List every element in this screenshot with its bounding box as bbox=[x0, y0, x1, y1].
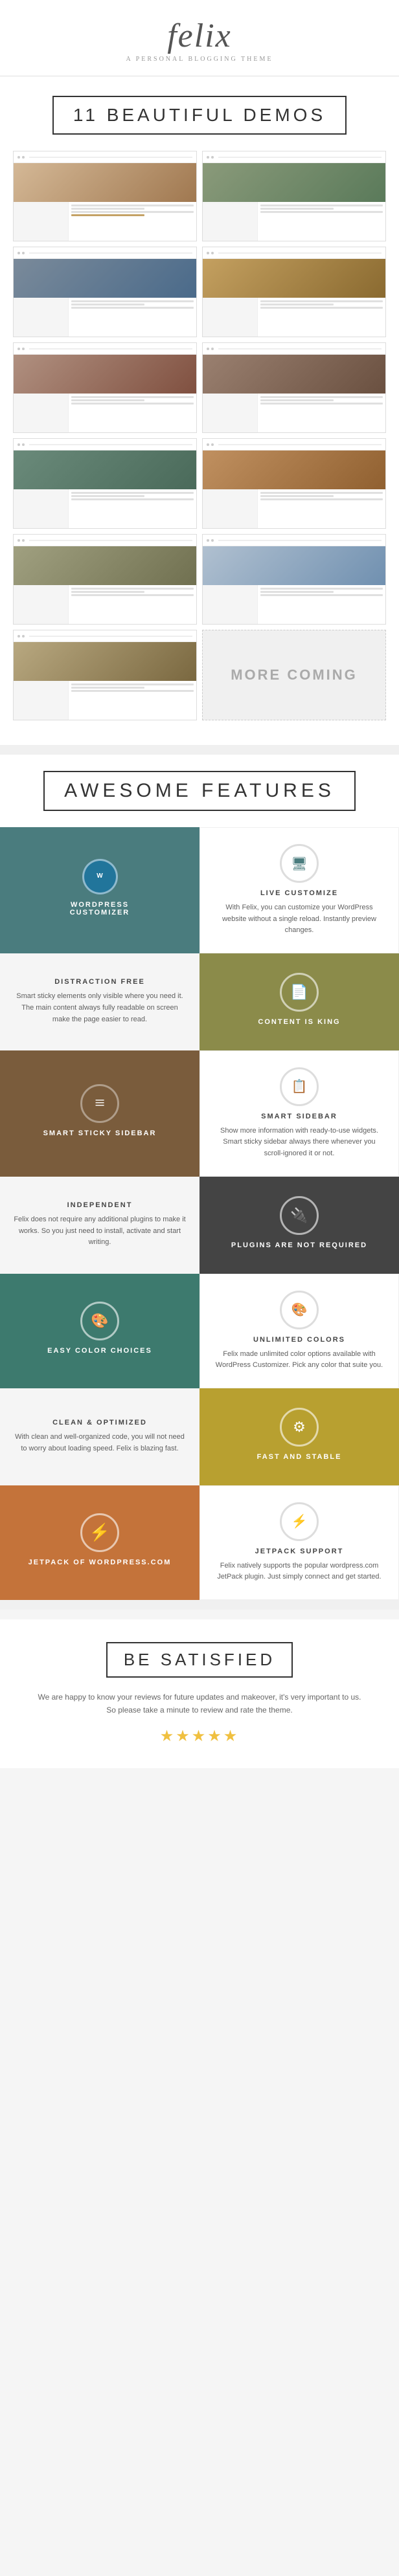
more-coming-placeholder: More Coming bbox=[202, 630, 386, 720]
feature-title-live-customize: Live Customize bbox=[260, 889, 338, 897]
feature-cell-smart-sticky-sidebar: ≡ Smart Sticky Sidebar bbox=[0, 1050, 200, 1177]
demos-section: 11 Beautiful Demos bbox=[0, 76, 399, 745]
demo-thumb-extra[interactable] bbox=[13, 630, 197, 720]
feature-title-unlimited-colors: Unlimited Colors bbox=[253, 1336, 345, 1344]
feature-desc-independent: Felix does not require any additional pl… bbox=[13, 1214, 187, 1249]
demos-grid bbox=[13, 151, 386, 625]
fast-stable-icon: ⚙ bbox=[280, 1408, 319, 1447]
demo-thumb-6[interactable] bbox=[202, 342, 386, 433]
demo-thumb-2[interactable] bbox=[202, 151, 386, 241]
satisfied-title: Be Satisfied bbox=[106, 1642, 293, 1678]
feature-desc-jetpack-support: Felix natively supports the popular word… bbox=[213, 1560, 385, 1583]
wordpress-customizer-icon: W bbox=[82, 859, 118, 894]
feature-title-wordpress-customizer: WordPressCustomizer bbox=[70, 901, 130, 916]
logo-subtitle: A Personal Blogging Theme bbox=[13, 56, 386, 63]
demo-thumb-10[interactable] bbox=[202, 534, 386, 625]
feature-cell-content-is-king: 📄 Content is King bbox=[200, 953, 399, 1050]
feature-title-plugins-not-required: Plugins Are Not Required bbox=[231, 1241, 367, 1249]
feature-cell-wordpress-customizer: W WordPressCustomizer bbox=[0, 827, 200, 953]
feature-title-smart-sticky-sidebar: Smart Sticky Sidebar bbox=[43, 1129, 157, 1137]
feature-title-distraction-free: Distraction Free bbox=[54, 978, 145, 986]
feature-cell-independent: Independent Felix does not require any a… bbox=[0, 1177, 200, 1274]
feature-title-jetpack-icon: Jetpack of WordPress.com bbox=[28, 1559, 172, 1566]
jetpack-icon: ⚡ bbox=[80, 1513, 119, 1552]
feature-title-independent: Independent bbox=[67, 1201, 133, 1209]
feature-desc-smart-sidebar: Show more information with ready-to-use … bbox=[213, 1126, 385, 1160]
jetpack-support-icon: ⚡ bbox=[280, 1502, 319, 1541]
smart-sticky-sidebar-icon: ≡ bbox=[80, 1084, 119, 1123]
logo-section: felix A Personal Blogging Theme bbox=[0, 0, 399, 76]
feature-desc-distraction-free: Smart sticky elements only visible where… bbox=[13, 991, 187, 1025]
demos-more-row: More Coming bbox=[13, 630, 386, 720]
feature-desc-clean-optimized: With clean and well-organized code, you … bbox=[13, 1432, 187, 1454]
feature-grid: W WordPressCustomizer 🖥 Live Customize W… bbox=[0, 827, 399, 1600]
demo-thumb-5[interactable] bbox=[13, 342, 197, 433]
demo-thumb-8[interactable] bbox=[202, 438, 386, 529]
section-divider-2 bbox=[0, 1600, 399, 1610]
feature-cell-fast-stable: ⚙ Fast and Stable bbox=[200, 1388, 399, 1485]
more-coming-text: More Coming bbox=[231, 667, 358, 683]
demo-thumb-1[interactable] bbox=[13, 151, 197, 241]
feature-cell-smart-sidebar: 📋 Smart Sidebar Show more information wi… bbox=[200, 1050, 399, 1177]
demo-thumb-7[interactable] bbox=[13, 438, 197, 529]
smart-sidebar-icon: 📋 bbox=[280, 1067, 319, 1106]
features-title: Awesome Features bbox=[43, 771, 356, 811]
features-header: Awesome Features bbox=[0, 755, 399, 827]
content-is-king-icon: 📄 bbox=[280, 973, 319, 1012]
unlimited-colors-icon: 🎨 bbox=[280, 1291, 319, 1329]
feature-cell-unlimited-colors: 🎨 Unlimited Colors Felix made unlimited … bbox=[200, 1274, 399, 1388]
demo-thumb-3[interactable] bbox=[13, 247, 197, 337]
feature-cell-jetpack-support: ⚡ Jetpack Support Felix natively support… bbox=[200, 1485, 399, 1600]
live-customize-icon: 🖥 bbox=[280, 844, 319, 883]
feature-cell-jetpack-icon: ⚡ Jetpack of WordPress.com bbox=[0, 1485, 200, 1600]
feature-title-content-is-king: Content is King bbox=[258, 1018, 340, 1026]
easy-color-choices-icon: 🎨 bbox=[80, 1302, 119, 1340]
satisfied-description: We are happy to know your reviews for fu… bbox=[38, 1691, 361, 1717]
feature-title-easy-color-choices: Easy Color Choices bbox=[47, 1347, 152, 1355]
demo-thumb-9[interactable] bbox=[13, 534, 197, 625]
feature-cell-easy-color-choices: 🎨 Easy Color Choices bbox=[0, 1274, 200, 1388]
demo-thumb-4[interactable] bbox=[202, 247, 386, 337]
feature-cell-plugins-not-required: 🔌 Plugins Are Not Required bbox=[200, 1177, 399, 1274]
feature-title-fast-stable: Fast and Stable bbox=[257, 1453, 342, 1461]
feature-cell-live-customize: 🖥 Live Customize With Felix, you can cus… bbox=[200, 827, 399, 953]
feature-title-smart-sidebar: Smart Sidebar bbox=[261, 1113, 337, 1120]
feature-desc-live-customize: With Felix, you can customize your WordP… bbox=[213, 902, 385, 937]
feature-cell-clean-optimized: Clean & Optimized With clean and well-or… bbox=[0, 1388, 200, 1485]
demos-title: 11 Beautiful Demos bbox=[52, 96, 347, 135]
logo-text: felix bbox=[13, 19, 386, 53]
plugins-not-required-icon: 🔌 bbox=[280, 1196, 319, 1235]
section-divider-1 bbox=[0, 745, 399, 755]
satisfied-section: Be Satisfied We are happy to know your r… bbox=[0, 1619, 399, 1768]
feature-cell-distraction-free: Distraction Free Smart sticky elements o… bbox=[0, 953, 200, 1050]
rating-stars: ★★★★★ bbox=[19, 1727, 380, 1746]
feature-title-clean-optimized: Clean & Optimized bbox=[52, 1419, 147, 1427]
feature-desc-unlimited-colors: Felix made unlimited color options avail… bbox=[213, 1349, 385, 1371]
feature-title-jetpack-support: Jetpack Support bbox=[255, 1548, 344, 1555]
